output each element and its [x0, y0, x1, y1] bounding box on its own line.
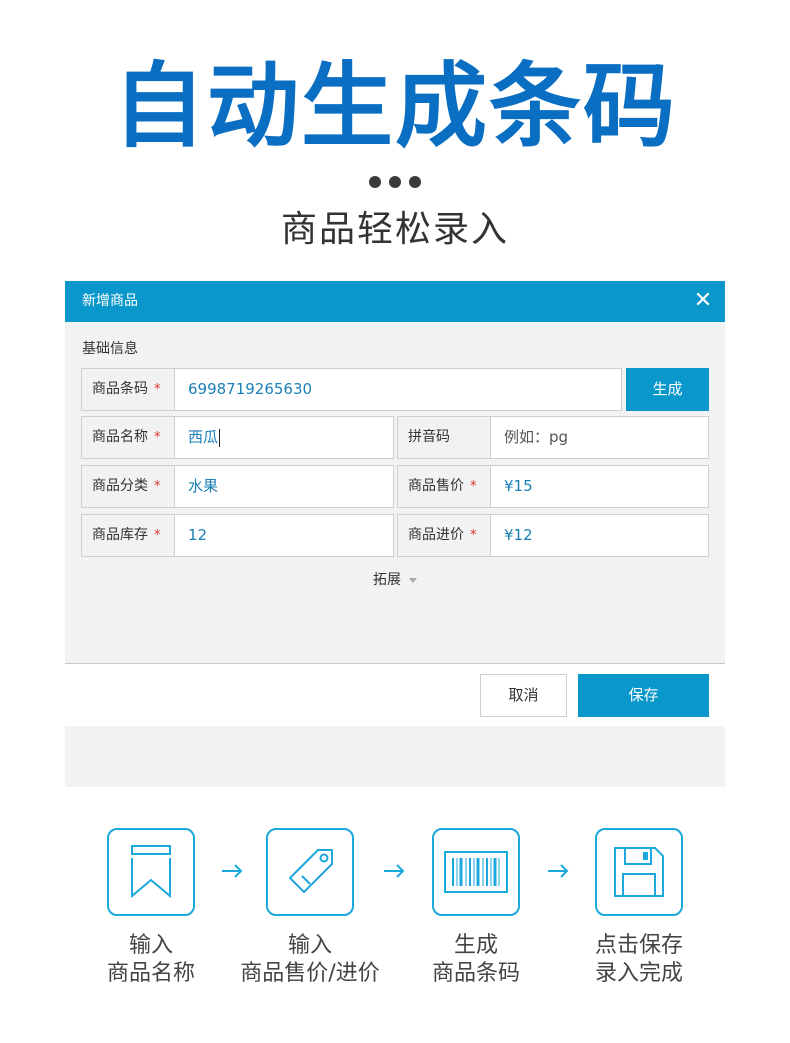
price-tag-icon	[266, 828, 354, 916]
stock-field: 商品库存 * 12	[81, 514, 394, 557]
sale-price-label: 商品售价 *	[398, 466, 491, 507]
expand-toggle[interactable]: 拓展	[65, 569, 725, 589]
product-name-input[interactable]: 西瓜	[175, 417, 393, 458]
sale-price-field: 商品售价 * ¥15	[397, 465, 709, 508]
purchase-price-input[interactable]: ¥12	[491, 515, 708, 556]
arrow-right-icon	[548, 864, 569, 878]
hero-subtitle: 商品轻松录入	[280, 209, 509, 250]
barcode-label: 商品条码 *	[82, 369, 175, 410]
arrow-right-icon	[222, 864, 243, 878]
bookmark-icon	[107, 828, 195, 916]
dialog-footer: 取消 保存	[65, 663, 725, 726]
section-title: 基础信息	[82, 341, 138, 357]
hero-title: 自动生成条码	[112, 53, 677, 160]
sale-price-input[interactable]: ¥15	[491, 466, 708, 507]
category-field: 商品分类 * 水果	[81, 465, 394, 508]
stock-label: 商品库存 *	[82, 515, 175, 556]
floppy-disk-icon	[595, 828, 683, 916]
dots-divider	[0, 176, 790, 188]
dialog-header: 新增商品 ✕	[65, 281, 725, 322]
pinyin-field: 拼音码 例如：pg	[397, 416, 709, 459]
category-label: 商品分类 *	[82, 466, 175, 507]
cancel-button[interactable]: 取消	[480, 674, 567, 717]
save-button[interactable]: 保存	[578, 674, 709, 717]
purchase-price-label: 商品进价 *	[398, 515, 491, 556]
expand-label: 拓展	[373, 572, 401, 588]
pinyin-label: 拼音码	[398, 417, 491, 458]
stock-input[interactable]: 12	[175, 515, 393, 556]
barcode-input[interactable]: 6998719265630	[175, 369, 621, 410]
product-name-field: 商品名称 * 西瓜	[81, 416, 394, 459]
category-input[interactable]: 水果	[175, 466, 393, 507]
product-name-label: 商品名称 *	[82, 417, 175, 458]
add-product-dialog: 新增商品 ✕ 基础信息 商品条码 * 6998719265630 生成 商品名称 *…	[65, 281, 725, 787]
dialog-title: 新增商品	[82, 293, 138, 309]
purchase-price-field: 商品进价 * ¥12	[397, 514, 709, 557]
chevron-down-icon	[409, 577, 417, 583]
step-4-label: 点击保存 录入完成	[594, 933, 683, 986]
steps-row: 输入 商品名称 输入 商品售价/进价 生成 商品条码 点击保存 录入完成	[0, 828, 790, 1008]
pinyin-input[interactable]: 例如：pg	[491, 417, 708, 458]
barcode-field: 商品条码 * 6998719265630	[81, 368, 622, 411]
close-icon[interactable]: ✕	[693, 290, 713, 312]
arrow-right-icon	[384, 864, 405, 878]
generate-button[interactable]: 生成	[626, 368, 709, 411]
barcode-icon	[432, 828, 520, 916]
